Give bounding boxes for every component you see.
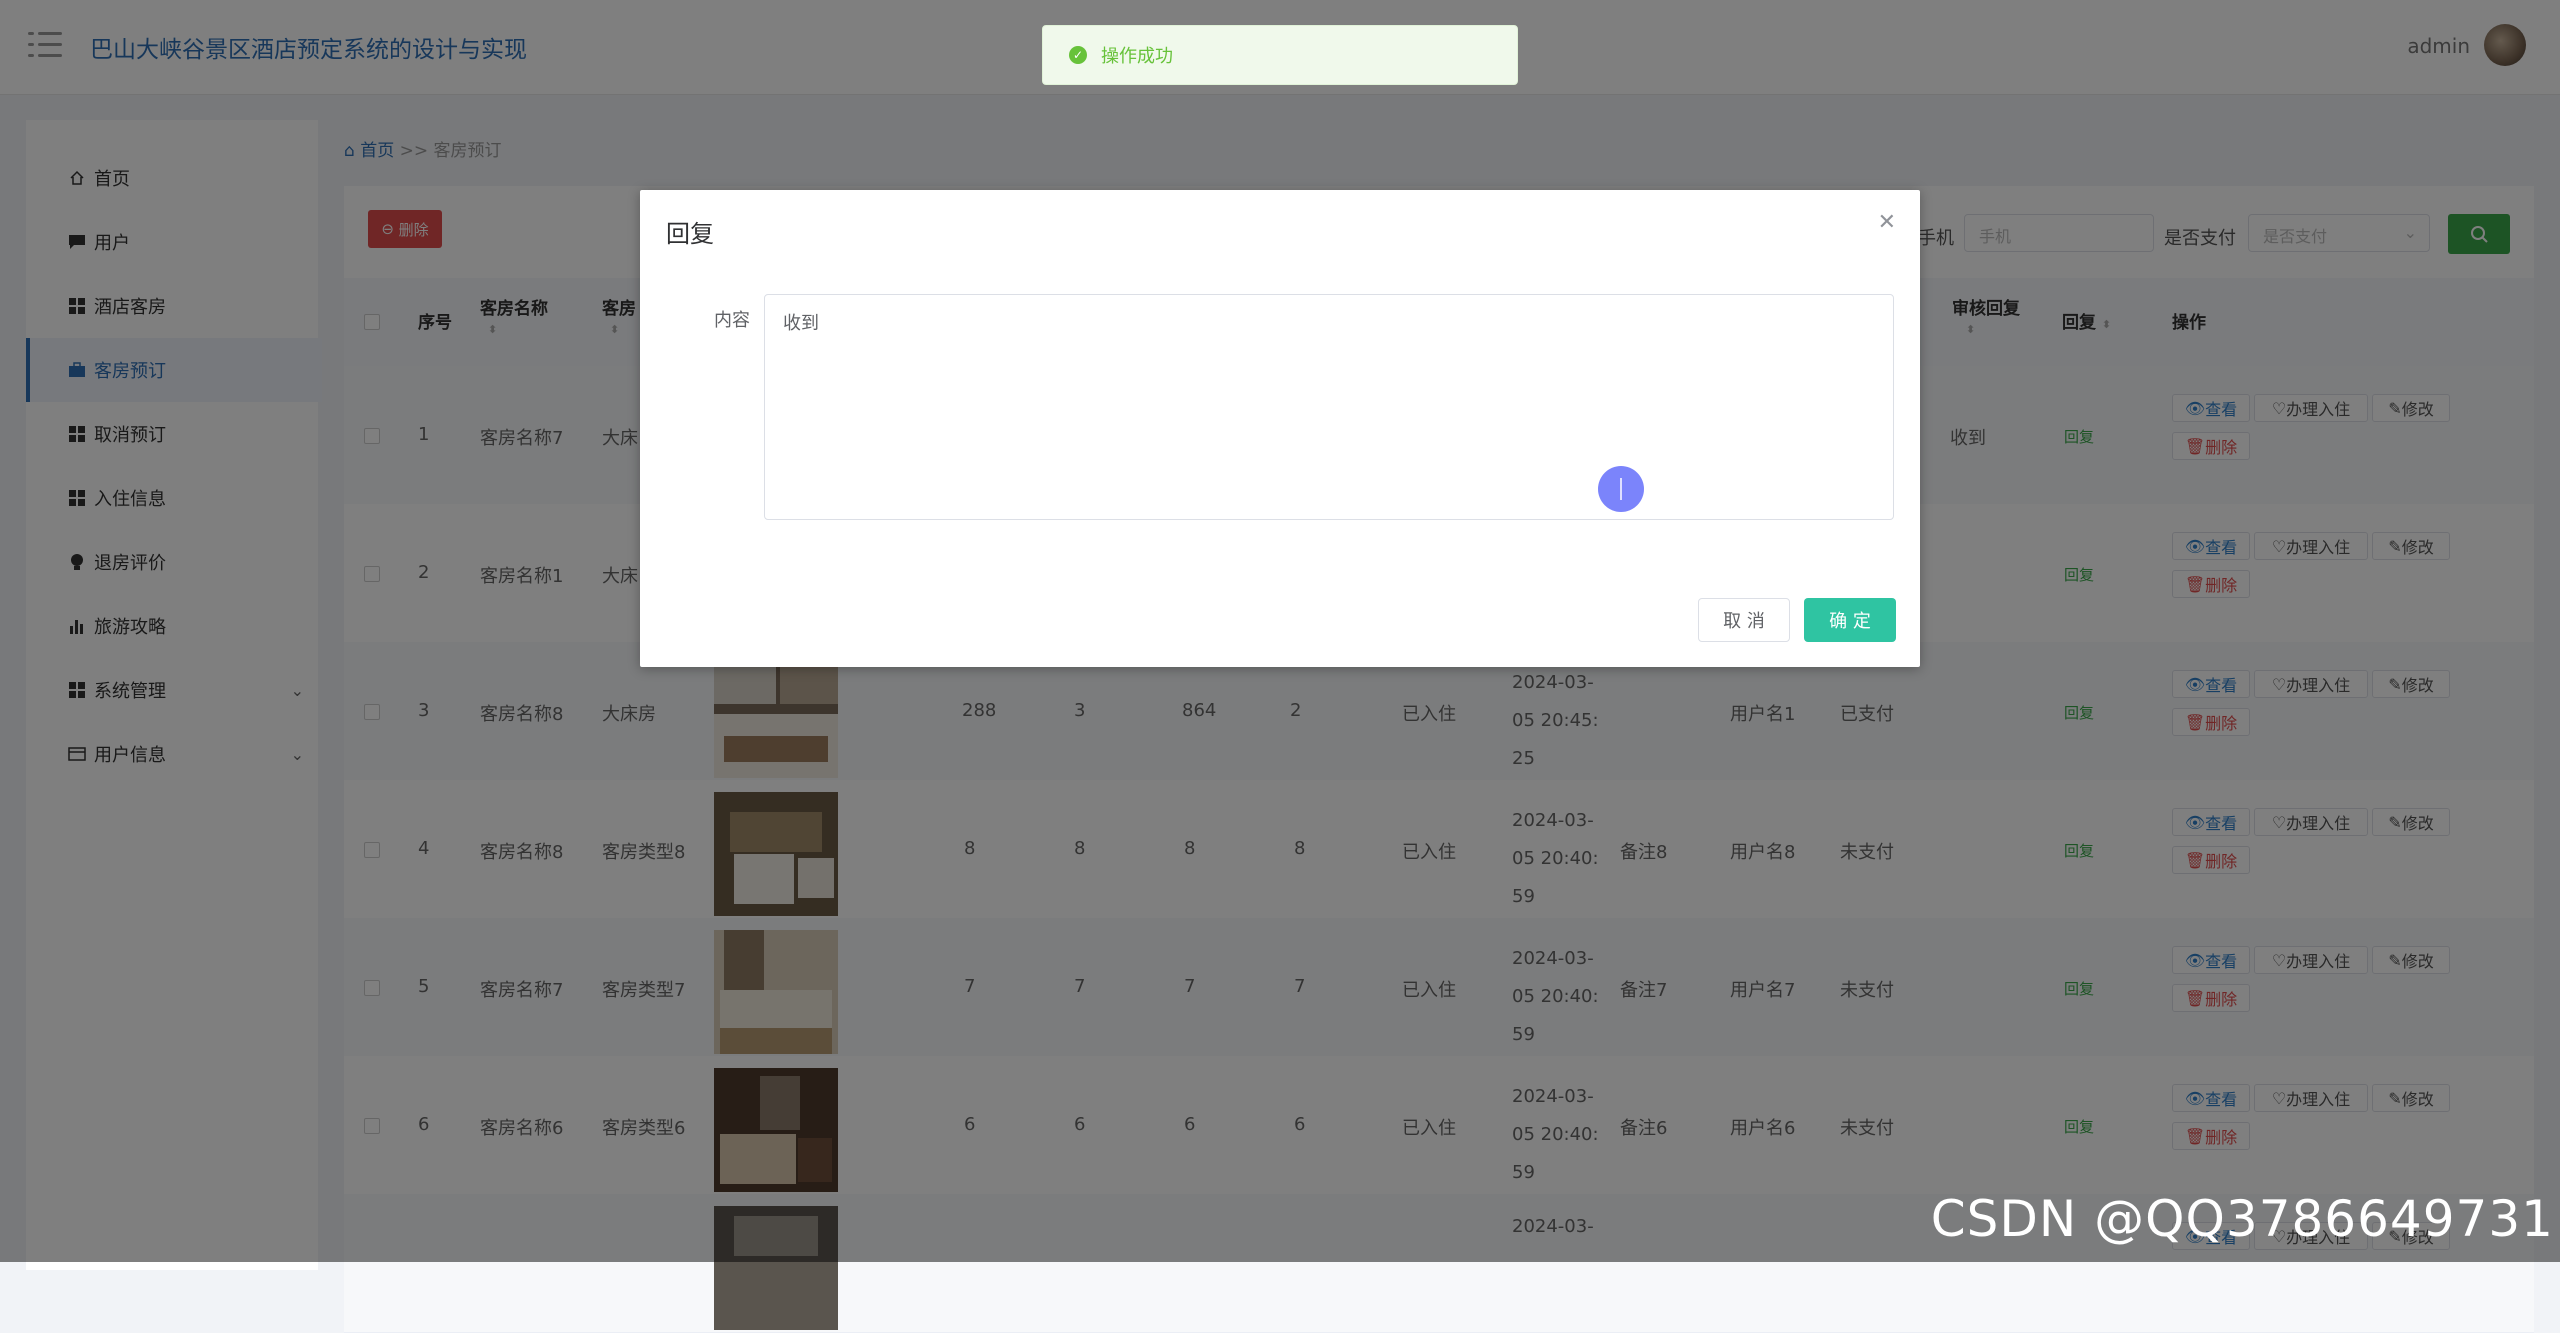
content-label: 内容 (714, 310, 750, 331)
confirm-button[interactable]: 确 定 (1804, 598, 1896, 642)
toast-message: 操作成功 (1101, 46, 1173, 67)
watermark: CSDN @QQ3786649731 (1930, 1190, 2554, 1248)
reply-dialog: 回复 ✕ 内容 收到 取 消 确 定 (640, 190, 1920, 667)
success-toast: ✓ 操作成功 (1042, 25, 1518, 85)
close-icon[interactable]: ✕ (1878, 210, 1896, 235)
dialog-title: 回复 (666, 220, 714, 248)
check-circle-icon: ✓ (1069, 46, 1087, 64)
cancel-button[interactable]: 取 消 (1698, 598, 1790, 642)
content-textarea[interactable]: 收到 (764, 294, 1894, 520)
mouse-cursor-indicator (1598, 466, 1644, 512)
